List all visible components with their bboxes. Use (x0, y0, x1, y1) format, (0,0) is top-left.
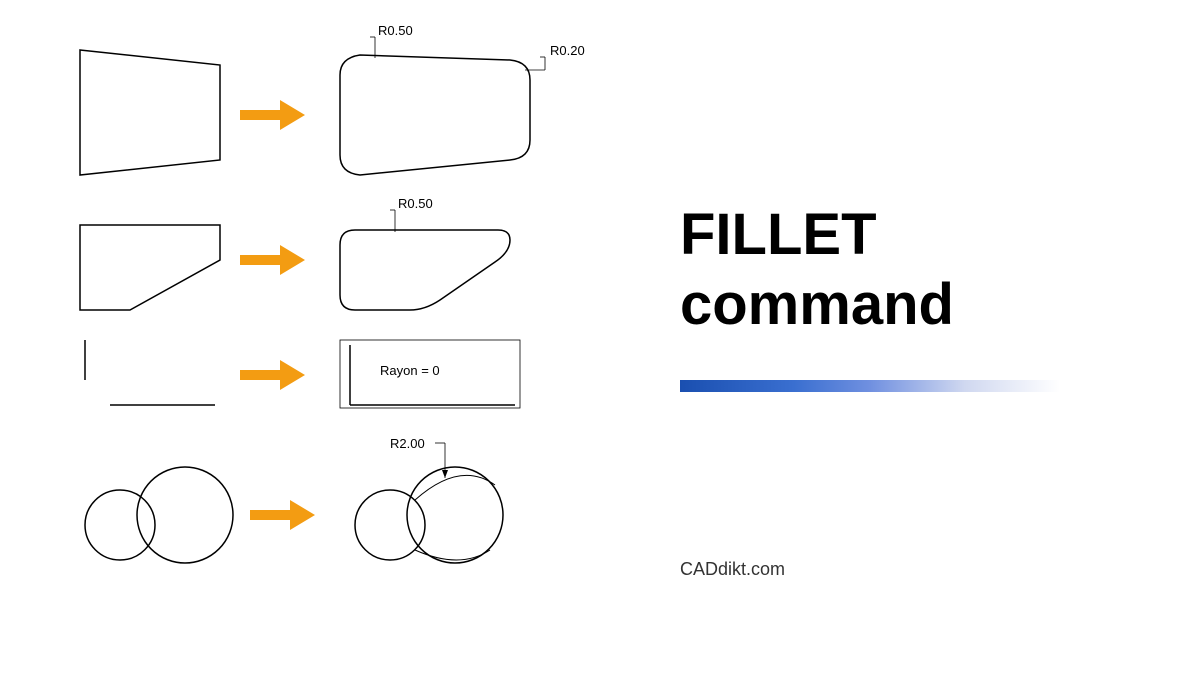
title-line-1: FILLET (680, 200, 954, 270)
example-3: Rayon = 0 (40, 335, 600, 430)
radius-label-1: R0.50 (378, 23, 413, 38)
radius-label-3: R0.50 (398, 196, 433, 211)
example-4: R2.00 (40, 430, 600, 580)
rayon-label: Rayon = 0 (380, 363, 440, 378)
radius-label-2: R0.20 (550, 43, 585, 58)
attribution-text: CADdikt.com (680, 559, 785, 580)
example-1: R0.50 R0.20 (40, 20, 600, 190)
title-line-2: command (680, 270, 954, 340)
title-block: FILLET command (680, 200, 954, 339)
radius-label-4: R2.00 (390, 436, 425, 451)
diagram-panel: R0.50 R0.20 R0.50 (0, 0, 600, 675)
accent-bar (680, 380, 1060, 392)
main-container: R0.50 R0.20 R0.50 (0, 0, 1200, 675)
title-panel: FILLET command CADdikt.com (600, 0, 1200, 675)
example-2: R0.50 (40, 190, 600, 335)
